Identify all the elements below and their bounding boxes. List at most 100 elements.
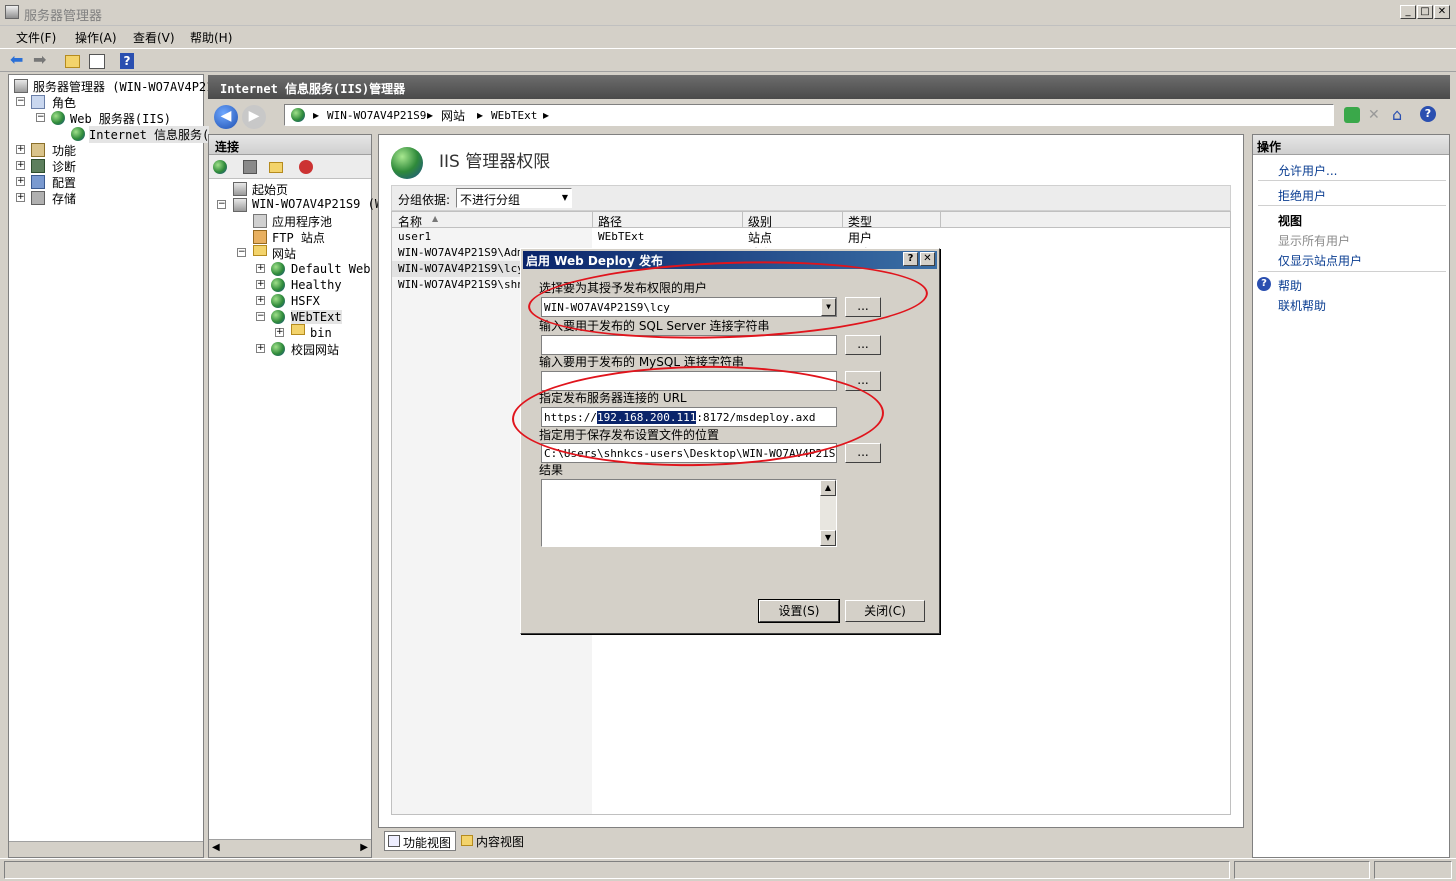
dialog-close-action-button[interactable]: 关闭(C) <box>845 600 925 622</box>
help-icon[interactable]: ? <box>120 53 134 69</box>
user-browse-button[interactable]: ... <box>845 297 881 317</box>
dialog-help-button[interactable]: ? <box>903 252 918 266</box>
scroll-down-icon[interactable]: ▼ <box>820 530 836 546</box>
expand-healthy-toggle[interactable]: + <box>256 280 265 289</box>
forward-arrow-icon[interactable]: ➡ <box>33 52 51 70</box>
conn-bin[interactable]: bin <box>310 326 332 340</box>
start-page-icon <box>233 182 247 196</box>
conn-healthy-site[interactable]: Healthy <box>291 278 342 292</box>
collapse-roles-toggle[interactable]: − <box>16 97 25 106</box>
breadcrumb-site[interactable]: WEbTExt <box>491 109 537 122</box>
tree-config[interactable]: 配置 <box>52 174 76 191</box>
tab-content-view[interactable]: 内容视图 <box>458 831 538 851</box>
settings-path-input[interactable]: C:\Users\shnkcs-users\Desktop\WIN-WO7AV4… <box>541 443 837 463</box>
result-textarea[interactable]: ▲ ▼ <box>541 479 837 547</box>
breadcrumb-server[interactable]: WIN-WO7AV4P21S9 <box>327 109 426 122</box>
tree-diagnostics[interactable]: 诊断 <box>52 158 76 175</box>
show-all-users-link[interactable]: 显示所有用户 <box>1278 232 1350 249</box>
address-breadcrumb[interactable]: ▸ WIN-WO7AV4P21S9 ▸ 网站 ▸ WEbTExt ▸ <box>284 104 1334 126</box>
dialog-close-button[interactable]: ✕ <box>920 252 935 266</box>
connect-globe-icon[interactable] <box>213 160 227 174</box>
path-browse-button[interactable]: ... <box>845 443 881 463</box>
conn-ftp[interactable]: FTP 站点 <box>272 229 325 246</box>
refresh-icon[interactable] <box>1344 107 1360 123</box>
col-level[interactable]: 级别 <box>748 213 772 230</box>
expand-diagnostics-toggle[interactable]: + <box>16 161 25 170</box>
online-help-link[interactable]: 联机帮助 <box>1278 297 1326 314</box>
maximize-button[interactable]: □ <box>1417 5 1433 19</box>
deny-user-link[interactable]: 拒绝用户 <box>1278 187 1326 204</box>
collapse-webtext-toggle[interactable]: − <box>256 312 265 321</box>
collapse-web-toggle[interactable]: − <box>36 113 45 122</box>
connections-scrollbar[interactable]: ◀ ▶ <box>209 839 371 857</box>
col-path[interactable]: 路径 <box>598 213 622 230</box>
sql-connection-input[interactable] <box>541 335 837 355</box>
tree-root[interactable]: 服务器管理器 (WIN-WO7AV4P21S <box>33 78 221 95</box>
conn-app-pools[interactable]: 应用程序池 <box>272 213 332 230</box>
back-arrow-icon[interactable]: ⬅ <box>10 52 28 70</box>
home-icon[interactable]: ⌂ <box>1392 105 1410 124</box>
show-hide-tree-icon[interactable] <box>89 54 105 69</box>
tree-iis-selected[interactable]: Internet 信息服务( <box>89 126 210 143</box>
server-manager-icon <box>14 79 28 93</box>
up-folder-icon[interactable] <box>269 162 283 173</box>
menu-action[interactable]: 操作(A) <box>75 29 117 46</box>
expand-storage-toggle[interactable]: + <box>16 193 25 202</box>
conn-sites[interactable]: 网站 <box>272 245 296 262</box>
conn-hsfx-site[interactable]: HSFX <box>291 294 320 308</box>
minimize-button[interactable]: _ <box>1400 5 1416 19</box>
tree-features[interactable]: 功能 <box>52 142 76 159</box>
allow-user-link[interactable]: 允许用户... <box>1278 162 1337 179</box>
conn-server[interactable]: WIN-WO7AV4P21S9 (WIN <box>252 197 397 211</box>
nav-forward-icon[interactable]: ▶ <box>242 105 266 129</box>
conn-webtext-site[interactable]: WEbTExt <box>291 310 342 324</box>
user-select[interactable]: WIN-WO7AV4P21S9\lcy ▼ <box>541 297 837 317</box>
expand-features-toggle[interactable]: + <box>16 145 25 154</box>
iis-permissions-globe-icon <box>391 147 423 179</box>
close-window-button[interactable]: ✕ <box>1434 5 1450 19</box>
conn-start-page[interactable]: 起始页 <box>252 181 288 198</box>
tree-storage[interactable]: 存储 <box>52 190 76 207</box>
table-row[interactable]: user1 WEbTExt 站点 用户 <box>392 229 1230 245</box>
groupby-select[interactable]: 不进行分组 ▼ <box>456 188 572 208</box>
expand-config-toggle[interactable]: + <box>16 177 25 186</box>
help-dropdown-icon[interactable]: ? <box>1420 106 1436 122</box>
setup-button[interactable]: 设置(S) <box>758 599 840 623</box>
disconnect-icon[interactable] <box>299 160 313 174</box>
menu-help[interactable]: 帮助(H) <box>190 29 232 46</box>
conn-campus-site[interactable]: 校园网站 <box>291 341 339 358</box>
breadcrumb-sites[interactable]: 网站 <box>441 107 465 124</box>
expand-hsfx-toggle[interactable]: + <box>256 296 265 305</box>
tab-features-view[interactable]: 功能视图 <box>384 831 456 851</box>
mysql-browse-button[interactable]: ... <box>845 371 881 391</box>
path-label: 指定用于保存发布设置文件的位置 <box>539 428 720 442</box>
conn-default-site[interactable]: Default Web S: <box>291 262 392 276</box>
content-view-icon <box>461 835 473 846</box>
stop-icon[interactable]: ✕ <box>1368 107 1384 123</box>
up-folder-icon[interactable] <box>65 55 80 68</box>
help-link[interactable]: 帮助 <box>1278 277 1302 294</box>
nav-back-icon[interactable]: ◀ <box>214 105 238 129</box>
publish-url-input[interactable]: https://192.168.200.111:8172/msdeploy.ax… <box>541 407 837 427</box>
mysql-connection-input[interactable] <box>541 371 837 391</box>
content-title: IIS 管理器权限 <box>439 152 551 172</box>
col-type[interactable]: 类型 <box>848 213 872 230</box>
horizontal-scrollbar[interactable] <box>9 841 203 857</box>
main-toolbar: ⬅ ➡ ? <box>0 48 1456 72</box>
show-site-users-link[interactable]: 仅显示站点用户 <box>1278 252 1362 269</box>
result-label: 结果 <box>539 463 564 477</box>
address-bar-area: ◀ ▶ ▸ WIN-WO7AV4P21S9 ▸ 网站 ▸ WEbTExt ▸ ✕… <box>208 99 1450 133</box>
collapse-server-toggle[interactable]: − <box>217 200 226 209</box>
expand-default-toggle[interactable]: + <box>256 264 265 273</box>
expand-bin-toggle[interactable]: + <box>275 328 284 337</box>
scroll-up-icon[interactable]: ▲ <box>820 480 836 496</box>
result-scrollbar[interactable]: ▲ ▼ <box>820 480 836 546</box>
tree-web-server[interactable]: Web 服务器(IIS) <box>70 110 171 127</box>
sql-browse-button[interactable]: ... <box>845 335 881 355</box>
expand-campus-toggle[interactable]: + <box>256 344 265 353</box>
save-icon[interactable] <box>243 160 257 174</box>
menu-file[interactable]: 文件(F) <box>16 29 56 46</box>
collapse-sites-toggle[interactable]: − <box>237 248 246 257</box>
tree-roles[interactable]: 角色 <box>52 94 76 111</box>
menu-view[interactable]: 查看(V) <box>133 29 175 46</box>
